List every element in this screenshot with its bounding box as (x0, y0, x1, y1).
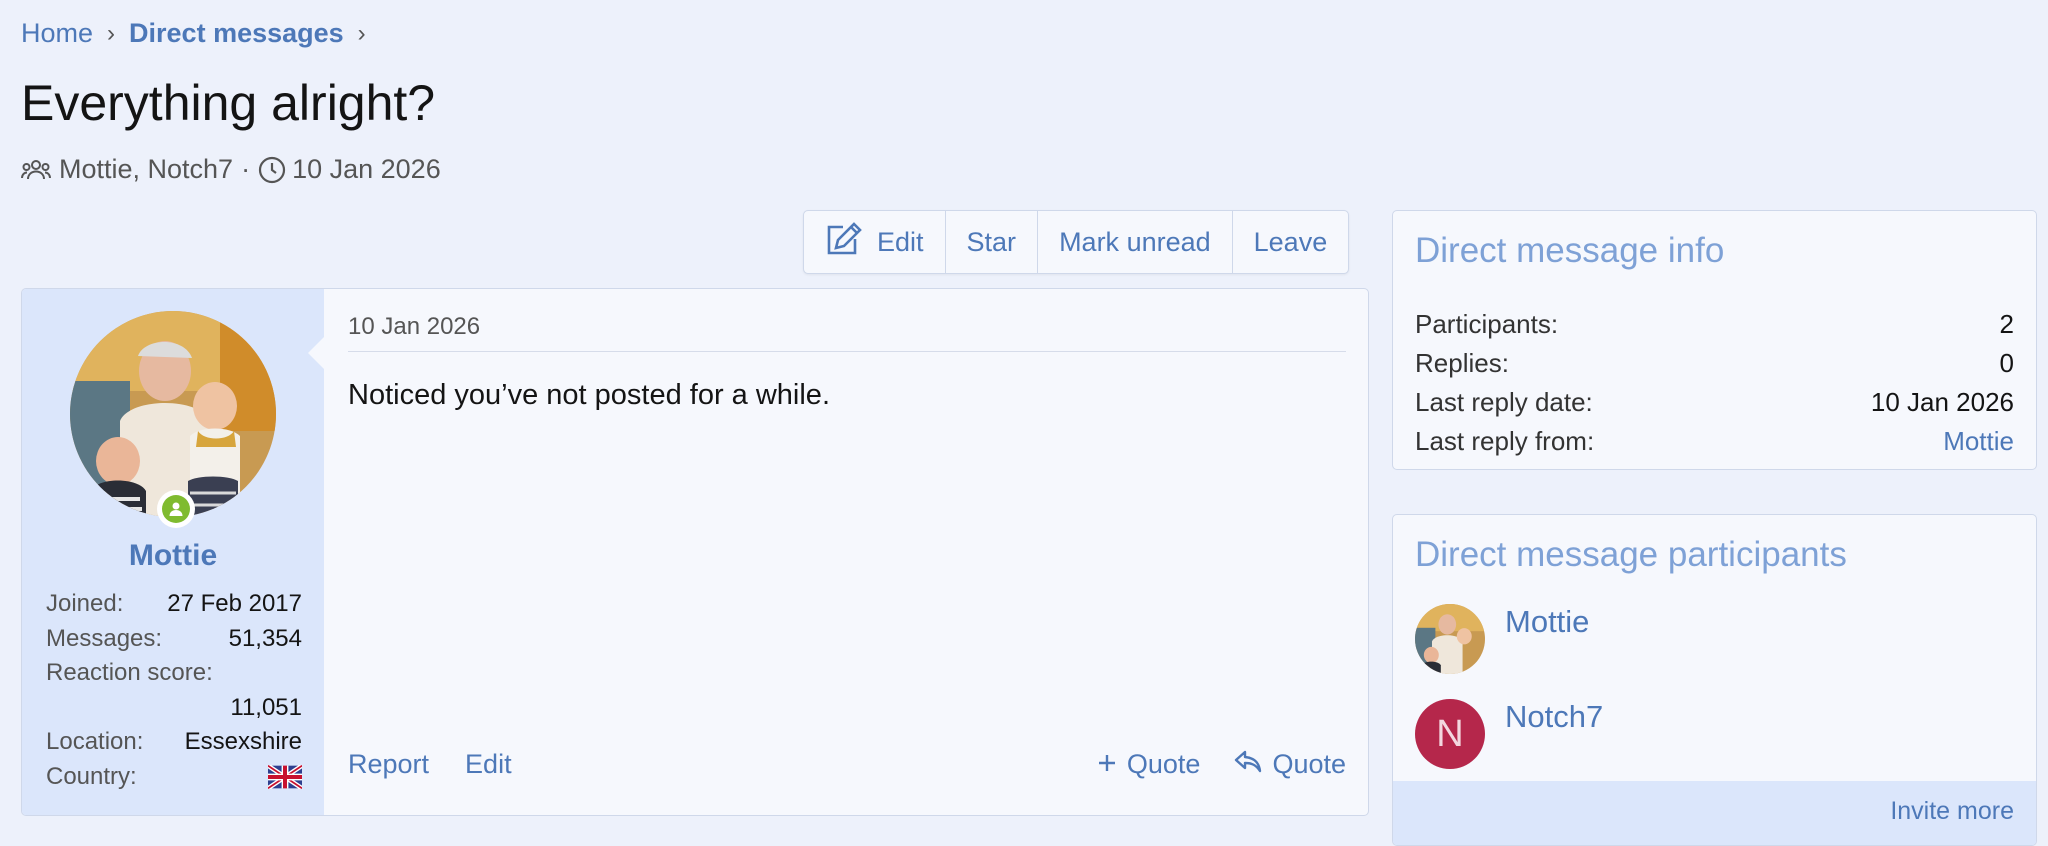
participant-name[interactable]: Mottie (1505, 604, 1589, 640)
stat-country: Country: (46, 760, 302, 795)
stat-reaction-score-label: Reaction score: (46, 656, 302, 691)
info-row-participants: Participants: 2 (1415, 305, 2014, 344)
meta-participants[interactable]: Mottie, Notch7 (59, 154, 233, 185)
uk-flag-icon (268, 760, 302, 795)
divider (348, 351, 1346, 352)
message-content: 10 Jan 2026 Noticed you’ve not posted fo… (308, 289, 1368, 815)
message-arrow (308, 337, 324, 369)
stat-label: Country: (46, 762, 137, 790)
multi-quote-label: Quote (1126, 749, 1201, 779)
leave-button[interactable]: Leave (1231, 211, 1349, 273)
stat-value: 11,051 (230, 693, 302, 721)
thread-actions: Edit Star Mark unread Leave (803, 210, 1350, 274)
info-value: 10 Jan 2026 (1870, 387, 2014, 417)
thread-meta: Mottie, Notch7 · 10 Jan 2026 (21, 154, 441, 185)
stat-value: 51,354 (228, 624, 302, 652)
stat-value[interactable]: Essexshire (185, 725, 302, 760)
message: Mottie Joined: 27 Feb 2017 Messages: 51,… (21, 288, 1369, 816)
reply-icon (1234, 749, 1262, 780)
breadcrumb: Home › Direct messages › (21, 18, 380, 49)
meta-date[interactable]: 10 Jan 2026 (292, 154, 441, 185)
breadcrumb-home[interactable]: Home (21, 18, 93, 49)
users-icon (21, 159, 51, 181)
stat-messages: Messages: 51,354 (46, 622, 302, 657)
stat-label: Joined: (46, 590, 124, 617)
direct-message-info: Direct message info Participants: 2 Repl… (1392, 210, 2037, 470)
meta-separator: · (241, 154, 251, 184)
message-body: Noticed you’ve not posted for a while. (348, 379, 830, 411)
info-title: Direct message info (1415, 231, 1725, 270)
message-date[interactable]: 10 Jan 2026 (348, 313, 480, 341)
plus-icon (1097, 749, 1117, 780)
stat-joined: Joined: 27 Feb 2017 (46, 587, 302, 622)
chevron-right-icon: › (357, 19, 366, 47)
avatar[interactable] (70, 311, 276, 517)
participants-title: Direct message participants (1415, 535, 1847, 574)
stat-location: Location: Essexshire (46, 725, 302, 760)
star-button[interactable]: Star (944, 211, 1038, 273)
info-value: 2 (1999, 309, 2014, 339)
stat-label: Location: (46, 728, 144, 755)
info-value-link[interactable]: Mottie (1943, 422, 2014, 461)
info-row-replies: Replies: 0 (1415, 344, 2014, 383)
message-user-panel: Mottie Joined: 27 Feb 2017 Messages: 51,… (22, 289, 324, 815)
clock-icon (258, 156, 286, 184)
edit-button-label: Edit (877, 226, 924, 257)
multi-quote-button[interactable]: Quote (1097, 749, 1201, 780)
invite-bar: Invite more (1393, 781, 2036, 845)
message-footer: Report Edit Quote Quote (348, 749, 1346, 780)
info-label: Last reply from: (1415, 426, 1595, 456)
stat-value: 27 Feb 2017 (167, 590, 302, 617)
participant-item: Mottie (1415, 604, 1589, 674)
online-status-icon (157, 490, 195, 528)
invite-more-link[interactable]: Invite more (1890, 797, 2014, 826)
chevron-right-icon: › (107, 19, 116, 47)
report-link[interactable]: Report (348, 749, 429, 780)
info-label: Last reply date: (1415, 387, 1593, 417)
info-row-last-reply-date: Last reply date: 10 Jan 2026 (1415, 383, 2014, 422)
direct-message-participants: Direct message participants Mottie N Not… (1392, 514, 2037, 846)
quote-button[interactable]: Quote (1234, 749, 1346, 780)
breadcrumb-direct-messages[interactable]: Direct messages (129, 18, 344, 49)
participant-item: N Notch7 (1415, 699, 1603, 769)
page-title: Everything alright? (21, 75, 436, 131)
quote-label: Quote (1272, 749, 1346, 779)
edit-link[interactable]: Edit (465, 749, 512, 780)
info-label: Participants: (1415, 309, 1559, 339)
info-value: 0 (1999, 348, 2014, 378)
stat-label: Reaction score: (46, 659, 213, 686)
avatar[interactable] (1415, 604, 1485, 674)
participant-name[interactable]: Notch7 (1505, 699, 1603, 735)
info-row-last-reply-from: Last reply from: Mottie (1415, 422, 2014, 461)
stat-reaction-score-value: 11,051 (46, 691, 302, 726)
mark-unread-button[interactable]: Mark unread (1037, 211, 1232, 273)
edit-button[interactable]: Edit (804, 211, 945, 273)
message-username[interactable]: Mottie (22, 539, 324, 573)
stat-label: Messages: (46, 624, 163, 652)
edit-icon (825, 221, 877, 263)
avatar[interactable]: N (1415, 699, 1485, 769)
info-label: Replies: (1415, 348, 1509, 378)
user-stats: Joined: 27 Feb 2017 Messages: 51,354 Rea… (46, 587, 302, 794)
